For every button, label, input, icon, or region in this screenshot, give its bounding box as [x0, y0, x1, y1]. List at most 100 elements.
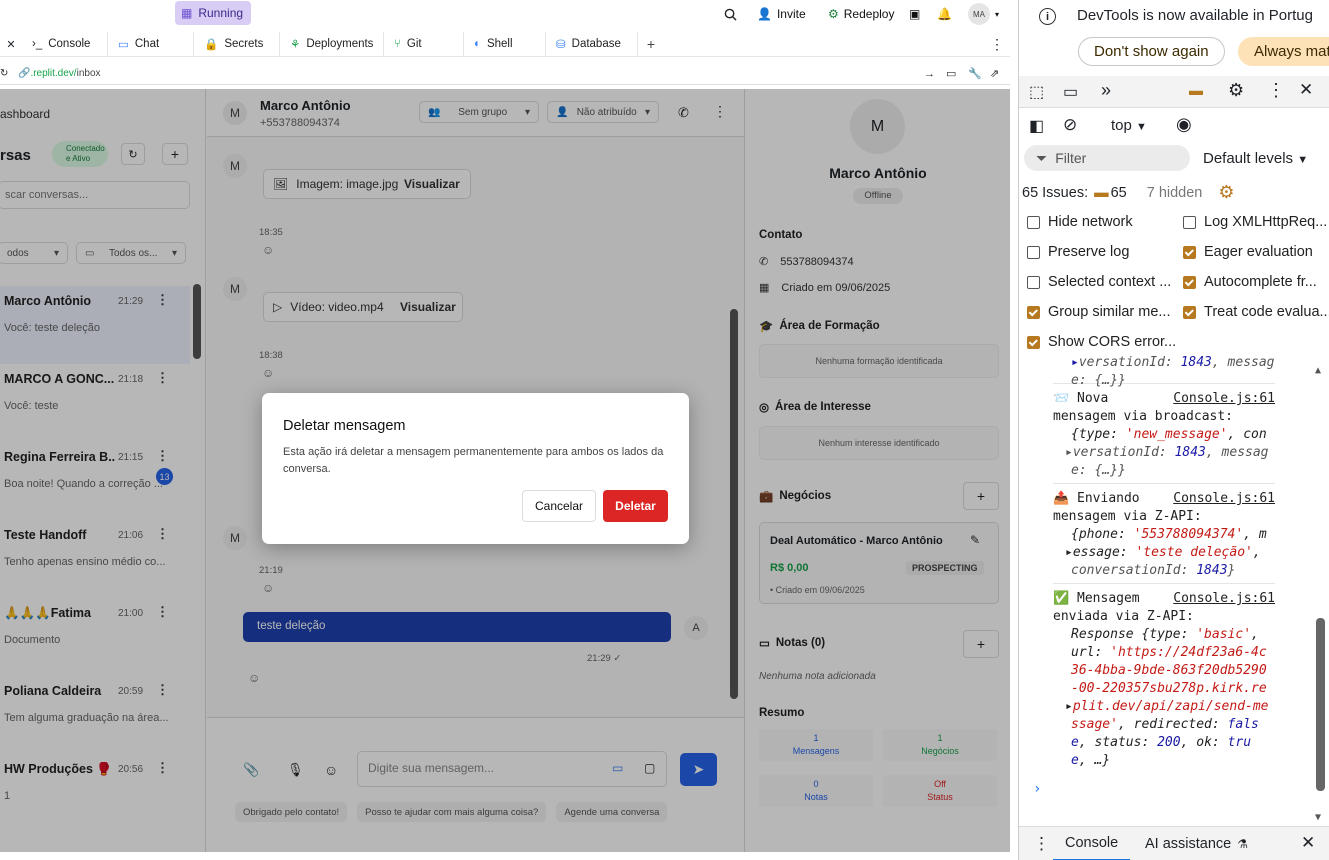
more-tabs-icon[interactable]: » [1101, 80, 1111, 101]
tab-deployments[interactable]: ⚘ Deployments [280, 31, 384, 57]
eye-icon[interactable]: ◉ [1176, 114, 1192, 135]
devtools-panel: i DevTools is now available in Portug Do… [1018, 0, 1329, 860]
console-log-entry[interactable]: 📤 Enviando Console.js:61 mensagem via Z-A… [1053, 490, 1275, 584]
scroll-down-icon[interactable]: ▼ [1315, 809, 1321, 826]
tab-label: Console [1065, 835, 1119, 851]
console-setting-checkbox[interactable]: Autocomplete fr... [1183, 274, 1329, 290]
console-setting-checkbox[interactable]: Log XMLHttpReq... [1183, 214, 1329, 230]
redeploy-label: Redeploy [843, 7, 895, 21]
gear-icon[interactable]: ⚙ [1218, 182, 1234, 203]
preview-url-bar[interactable]: ↻ 🔗.replit.dev/inbox → ▭ 🔧 ⇗ [0, 63, 1010, 85]
tab-console[interactable]: Console [1053, 827, 1131, 860]
tab-secrets[interactable]: 🔒 Secrets [194, 31, 280, 57]
sidebar-toggle-icon[interactable]: ◧ [1029, 116, 1044, 136]
console-setting-checkbox[interactable]: Group similar me... [1027, 304, 1187, 320]
chevron-down-icon: ▾ [995, 9, 1000, 19]
context-label: top [1111, 117, 1132, 134]
device-toggle-icon[interactable]: ▭ [1063, 82, 1078, 102]
replit-top-bar: ▦ Running 👤 Invite ⚙ Redeploy ▣ 🔔 MA ▾ [0, 0, 1010, 28]
close-icon[interactable]: ✕ [1299, 80, 1313, 100]
copy-icon[interactable]: ▣ [909, 4, 920, 24]
console-setting-checkbox[interactable]: Treat code evalua... [1183, 304, 1329, 320]
console-setting-checkbox[interactable]: Show CORS error... [1027, 334, 1187, 350]
inspect-icon[interactable]: ⬚ [1029, 82, 1044, 102]
log-source-link[interactable]: Console.js:61 [1173, 590, 1275, 608]
running-button[interactable]: ▦ Running [175, 1, 252, 25]
checkbox-label: Autocomplete fr... [1204, 274, 1317, 290]
log-source-link[interactable]: Console.js:61 [1173, 490, 1275, 508]
issues-bar[interactable]: 65 Issues: ▬ 65 7 hidden ⚙ [1022, 182, 1235, 203]
console-output: ▸versationId: 1843, messag e: {…}} 📨 Nov… [1019, 356, 1329, 826]
issues-icon: ▬ [1094, 184, 1109, 201]
deploy-icon: ⚘ [290, 39, 301, 51]
checkbox-label: Treat code evalua... [1204, 304, 1329, 320]
console-setting-checkbox[interactable]: Eager evaluation [1183, 244, 1329, 260]
context-select[interactable]: top ▼ [1111, 117, 1147, 134]
tab-git[interactable]: ⑂ Git [384, 31, 464, 57]
gear-icon[interactable]: ⚙ [1228, 80, 1244, 101]
tab-shell[interactable]: ◐ Shell [464, 31, 546, 57]
workspace-tabs: ✕ ›_ Console ▭ Chat 🔒 Secrets ⚘ Deployments … [0, 31, 1010, 57]
checkbox-icon [1027, 215, 1040, 229]
redeploy-button[interactable]: ⚙ Redeploy [828, 4, 894, 24]
scrollbar[interactable] [1316, 618, 1325, 791]
checkbox-label: Eager evaluation [1204, 244, 1313, 260]
tab-label: Database [571, 38, 621, 50]
tab-ai-assistance[interactable]: AI assistance ⚗ [1145, 827, 1248, 860]
close-icon[interactable]: ✕ [1301, 833, 1315, 853]
filter-input[interactable]: ⏷ Filter [1024, 145, 1190, 171]
devices-icon[interactable]: ▭ [946, 67, 956, 80]
add-tab-icon[interactable]: + [638, 36, 664, 52]
redeploy-icon: ⚙ [828, 7, 839, 21]
issues-icon[interactable]: ▬ [1189, 82, 1203, 98]
bell-icon[interactable]: 🔔 [937, 4, 952, 24]
flask-icon: ⚗ [1237, 837, 1249, 851]
avatar[interactable]: MA ▾ [968, 3, 1000, 25]
tab-console[interactable]: ›_ Console [22, 31, 108, 57]
invite-button[interactable]: 👤 Invite [757, 4, 806, 24]
shell-icon: ◐ [474, 38, 481, 50]
cancel-button[interactable]: Cancelar [522, 490, 596, 522]
wrench-icon[interactable]: 🔧 [968, 67, 982, 80]
more-icon[interactable]: ⋮ [990, 36, 1004, 53]
issues-label: 65 Issues: [1022, 184, 1089, 201]
checkbox-icon [1027, 245, 1040, 259]
delete-button[interactable]: Deletar [603, 490, 668, 522]
dont-show-again-button[interactable]: Don't show again [1078, 37, 1225, 66]
check-icon: ✅ [1053, 591, 1070, 606]
filter-placeholder: Filter [1055, 150, 1087, 166]
levels-label: Default levels [1203, 150, 1294, 167]
more-icon[interactable]: ⋮ [1267, 80, 1285, 101]
always-match-button[interactable]: Always mat [1238, 37, 1329, 66]
console-log-entry[interactable]: ▸versationId: 1843, messag e: {…}} [1053, 356, 1275, 388]
arrow-right-icon[interactable]: → [924, 68, 935, 80]
checkbox-icon [1183, 275, 1196, 289]
tab-chat[interactable]: ▭ Chat [108, 31, 194, 57]
search-icon[interactable] [724, 4, 737, 24]
running-label: Running [198, 6, 244, 20]
tab-database[interactable]: ⛁ Database [546, 31, 638, 57]
console-prompt-icon[interactable]: › [1033, 780, 1041, 798]
log-source-link[interactable]: Console.js:61 [1173, 390, 1275, 408]
console-setting-checkbox[interactable]: Preserve log [1027, 244, 1187, 260]
external-link-icon[interactable]: ⇗ [990, 67, 999, 80]
checkbox-icon [1183, 245, 1196, 259]
devtools-drawer-tabs: ⋮ Console AI assistance ⚗ ✕ [1019, 826, 1329, 860]
console-log-entry[interactable]: ✅ Mensagem Console.js:61 enviada via Z-AP… [1053, 590, 1275, 772]
checkbox-icon [1183, 305, 1196, 319]
log-levels-select[interactable]: Default levels ▼ [1203, 150, 1308, 167]
url-path: inbox [76, 68, 101, 79]
outbox-icon: 📤 [1053, 491, 1070, 506]
more-icon[interactable]: ⋮ [1033, 834, 1050, 854]
close-icon[interactable]: ✕ [0, 38, 22, 51]
console-setting-checkbox[interactable]: Selected context ... [1027, 274, 1187, 290]
scroll-up-icon[interactable]: ▲ [1315, 362, 1321, 380]
console-log-entry[interactable]: 📨 Nova Console.js:61 mensagem via broadca… [1053, 390, 1275, 484]
console-setting-checkbox[interactable]: Hide network [1027, 214, 1187, 230]
dialog-body: Esta ação irá deletar a mensagem permane… [283, 446, 664, 475]
clear-console-icon[interactable]: ⊘ [1063, 115, 1077, 135]
refresh-icon[interactable]: ↻ [0, 68, 8, 79]
url-text[interactable]: 🔗.replit.dev/inbox [18, 68, 101, 79]
info-icon: i [1039, 8, 1056, 25]
console-toolbar: ◧ ⊘ top ▼ ◉ [1019, 110, 1329, 142]
